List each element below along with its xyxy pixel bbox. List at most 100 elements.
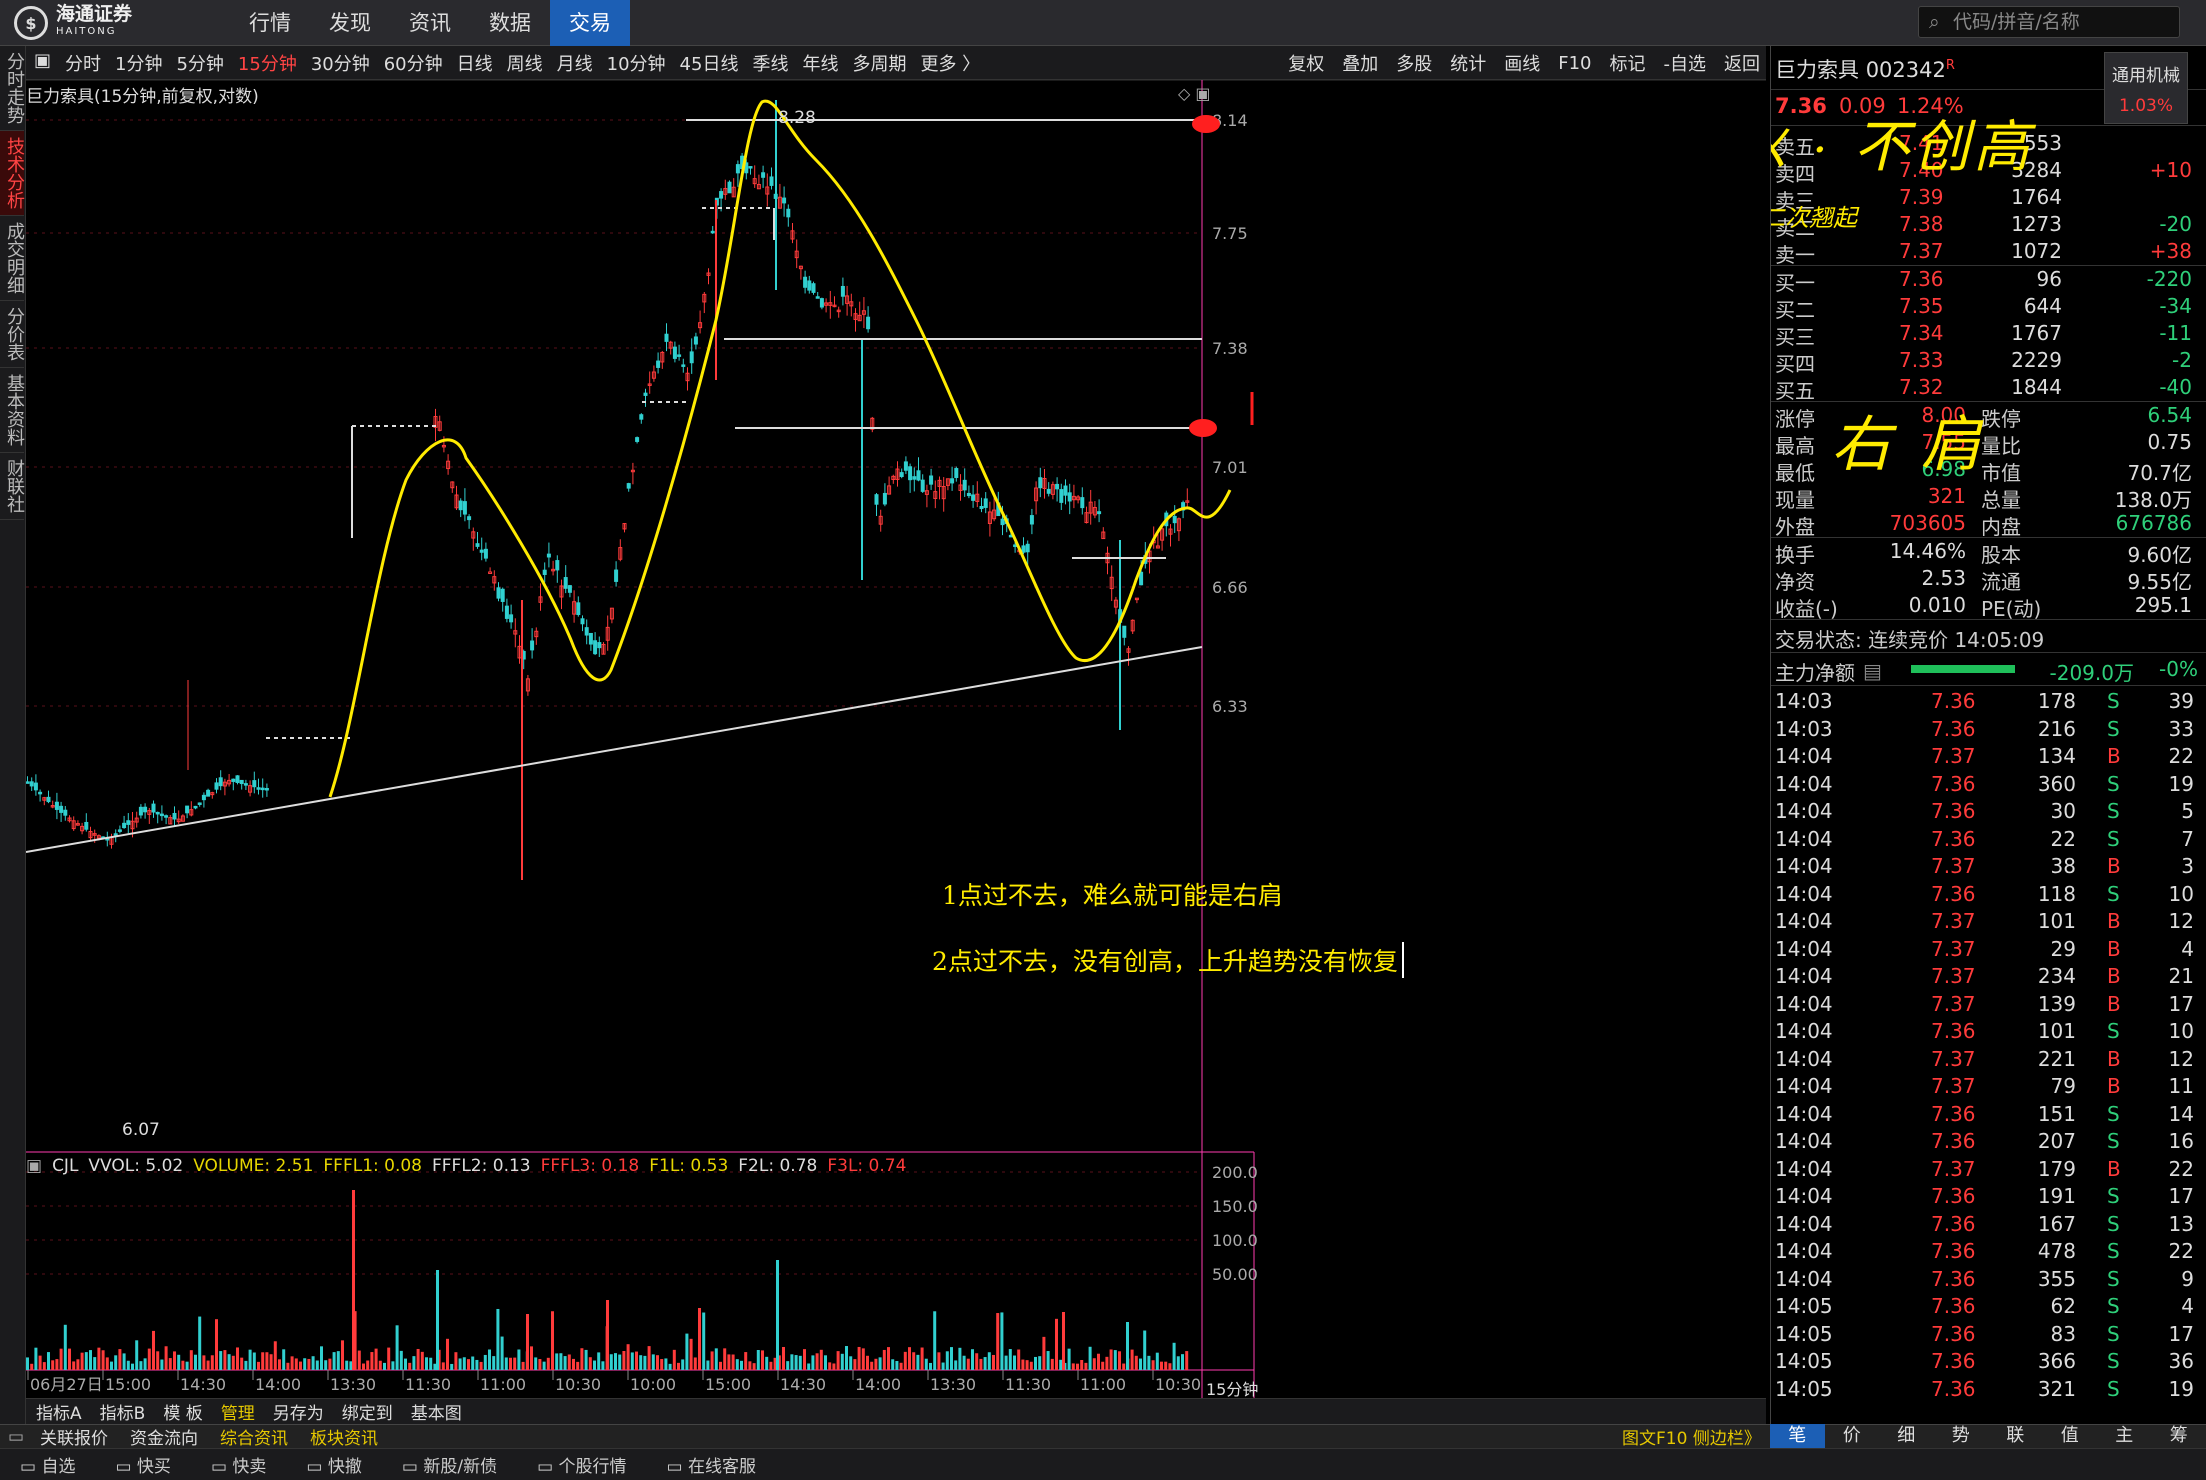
volume-bar (987, 1352, 991, 1370)
indicator-tab[interactable]: 指标B (100, 1399, 146, 1424)
indicator-settings-icon[interactable]: ▣ (26, 1156, 42, 1176)
haitong-logo: $ 海通证券 HAITONG (14, 5, 132, 40)
kline-chart[interactable]: 8.147.757.387.016.666.33200.0150.0100.05… (25, 79, 1766, 1398)
indicator-tab[interactable]: 管理 (221, 1399, 255, 1424)
period-button[interactable]: 季线 (752, 50, 788, 76)
status-link[interactable]: 综合资讯 (220, 1424, 288, 1449)
volume-bar (945, 1351, 949, 1370)
left-tab[interactable]: 分时走势 (0, 46, 25, 131)
taskbar-button[interactable]: ▭ 快撤 (306, 1452, 361, 1477)
search-input[interactable]: ⌕ 代码/拼音/名称 (1918, 6, 2180, 38)
top-nav-item[interactable]: 资讯 (390, 0, 470, 46)
left-tab[interactable]: 技术分析 (0, 131, 25, 216)
top-nav-item[interactable]: 交易 (550, 0, 630, 46)
status-link[interactable]: 资金流向 (130, 1424, 198, 1449)
period-button[interactable]: 日线 (457, 50, 493, 76)
kline-chart-area[interactable]: 8.14 7.75 7.38 7.01 6.66 6.33 200.0 150.0 100.0 5… (25, 79, 1766, 1419)
chart-tool-button[interactable]: 叠加 (1342, 50, 1378, 76)
panel-toggle-icon[interactable]: ▣ (34, 50, 51, 76)
taskbar-button[interactable]: ▭ 新股/新债 (402, 1452, 497, 1477)
sidebar-toggle[interactable]: 图文F10 侧边栏》 (1622, 1424, 1761, 1449)
status-link[interactable]: 板块资讯 (310, 1424, 378, 1449)
volume-bar (30, 1363, 34, 1370)
volume-bar (1134, 1355, 1138, 1370)
trend-line (25, 646, 1203, 853)
volume-bar (345, 1360, 349, 1370)
period-button[interactable]: 多周期 (852, 50, 906, 76)
order-row[interactable]: 买一 7.36 96 -220 (1771, 266, 2206, 295)
indicator-tab[interactable]: 指标A (36, 1399, 82, 1424)
status-link[interactable]: 关联报价 (40, 1424, 108, 1449)
top-nav-item[interactable]: 发现 (310, 0, 390, 46)
chart-tool-button[interactable]: 统计 (1450, 50, 1486, 76)
chart-tool-button[interactable]: 复权 (1288, 50, 1324, 76)
quote-tab[interactable]: 笔 (1770, 1424, 1825, 1448)
volume-bar (38, 1355, 42, 1370)
volume-bar (63, 1324, 67, 1370)
main-fund-icon[interactable]: ▤ (1863, 659, 1882, 683)
indicator-tab[interactable]: 另存为 (273, 1399, 324, 1424)
tick-time: 14:05 (1775, 1321, 1833, 1346)
chart-tool-button[interactable]: F10 (1558, 53, 1591, 74)
period-button[interactable]: 10分钟 (607, 50, 666, 76)
taskbar-button[interactable]: ▭ 自选 (20, 1452, 75, 1477)
volume-bar (660, 1359, 664, 1370)
chart-tool-button[interactable]: 多股 (1396, 50, 1432, 76)
period-button[interactable]: 年线 (802, 50, 838, 76)
quote-tab[interactable]: 细 (1879, 1424, 1934, 1448)
sector-name: 通用机械 (2112, 66, 2180, 86)
volume-bar (744, 1352, 748, 1370)
order-row[interactable]: 买三 7.34 1767 -11 (1771, 320, 2206, 349)
quote-tab[interactable]: 值 (2043, 1424, 2098, 1448)
period-button[interactable]: 30分钟 (311, 50, 370, 76)
left-tab[interactable]: 分价表 (0, 301, 25, 368)
period-button[interactable]: 5分钟 (176, 50, 223, 76)
chart-tool-button[interactable]: -自选 (1664, 50, 1707, 76)
quote-tab[interactable]: 价 (1825, 1424, 1880, 1448)
tick-time: 14:05 (1775, 1376, 1833, 1401)
tick-side: S (2107, 1129, 2120, 1153)
indicator-tab[interactable]: 模 板 (163, 1399, 202, 1424)
taskbar-button[interactable]: ▭ 在线客服 (667, 1452, 756, 1477)
indicator-tab[interactable]: 绑定到 (342, 1399, 393, 1424)
top-nav-item[interactable]: 数据 (470, 0, 550, 46)
top-nav-item[interactable]: 行情 (230, 0, 310, 46)
period-button[interactable]: 60分钟 (384, 50, 443, 76)
chart-settings-icon[interactable]: ◇ ▣ (1178, 84, 1211, 103)
period-button[interactable]: 分时 (65, 50, 101, 76)
quote-tab[interactable]: 势 (1934, 1424, 1989, 1448)
indicator-tab[interactable]: 基本图 (411, 1399, 462, 1424)
order-row[interactable]: 买四 7.33 2229 -2 (1771, 347, 2206, 376)
time-axis-label: 14:30 (180, 1375, 226, 1394)
left-tab[interactable]: 成交明细 (0, 216, 25, 301)
status-menu-icon[interactable]: ▭ (8, 1427, 24, 1447)
taskbar-button[interactable]: ▭ 个股行情 (537, 1452, 626, 1477)
quote-tab[interactable]: 筹 (2152, 1424, 2206, 1448)
period-button[interactable]: 月线 (557, 50, 593, 76)
chart-tool-button[interactable]: 返回 (1724, 50, 1760, 76)
period-button[interactable]: 1分钟 (115, 50, 162, 76)
fund-label: 收益(-) (1775, 597, 1838, 621)
tick-time: 14:04 (1775, 826, 1833, 851)
order-row[interactable]: 卖一 7.37 1072 +38 (1771, 238, 2206, 267)
tick-row: 14:04 7.36 191 S 17 (1771, 1183, 2206, 1211)
chart-tool-button[interactable]: 画线 (1504, 50, 1540, 76)
period-button[interactable]: 45日线 (680, 50, 739, 76)
volume-bar (1160, 1361, 1163, 1370)
order-row[interactable]: 买二 7.35 644 -34 (1771, 293, 2206, 322)
period-button[interactable]: 15分钟 (238, 50, 297, 76)
chart-tool-button[interactable]: 标记 (1610, 50, 1646, 76)
quote-tab[interactable]: 联 (1988, 1424, 2043, 1448)
volume-bar (1080, 1360, 1084, 1370)
tick-price: 7.36 (1931, 716, 1976, 741)
left-tab[interactable]: 财联社 (0, 453, 25, 520)
period-button[interactable]: 更多 〉 (920, 50, 980, 76)
taskbar-button[interactable]: ▭ 快卖 (211, 1452, 266, 1477)
taskbar-button[interactable]: ▭ 快买 (115, 1452, 170, 1477)
period-button[interactable]: 周线 (507, 50, 543, 76)
quote-tab[interactable]: 主 (2097, 1424, 2152, 1448)
candle-body (29, 781, 34, 787)
tick-count: 10 (2168, 881, 2194, 906)
volume-bar (496, 1308, 500, 1370)
left-tab[interactable]: 基本资料 (0, 368, 25, 453)
